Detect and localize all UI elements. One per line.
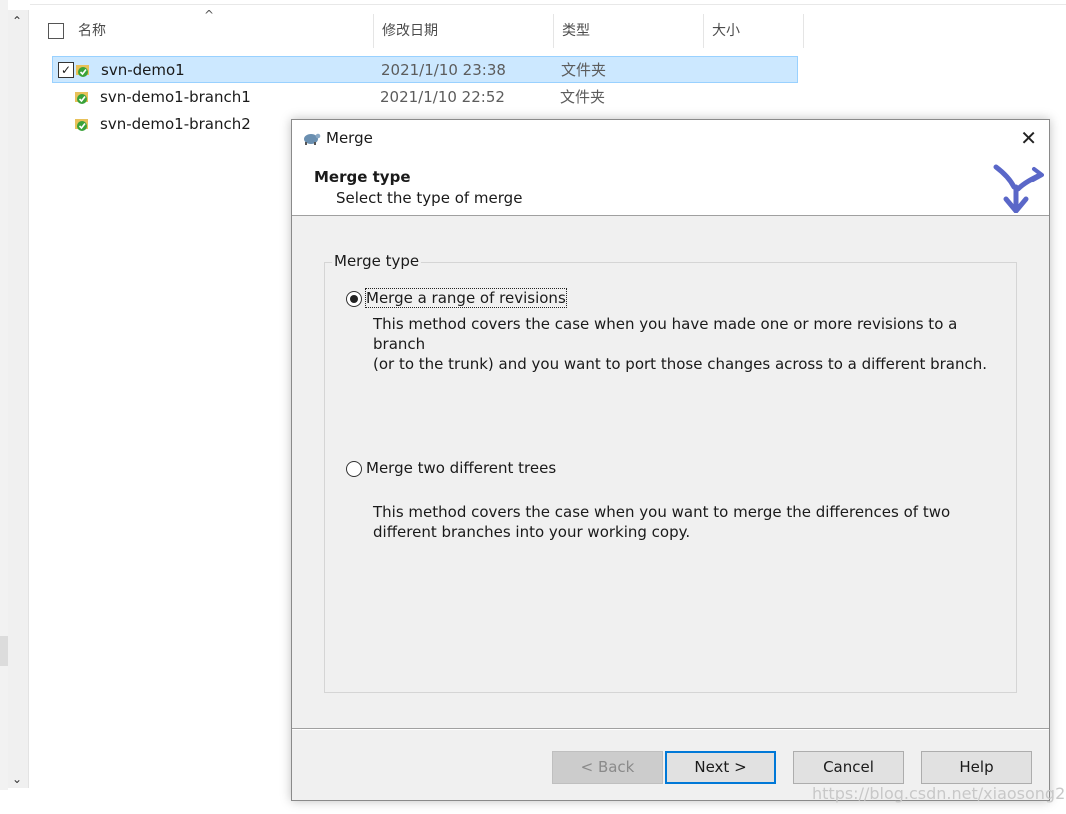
item-name: svn-demo1-branch2 <box>100 115 251 133</box>
column-size[interactable]: 大小 <box>704 14 804 48</box>
item-modified: 2021/1/10 23:38 <box>381 61 506 79</box>
svn-folder-ok-icon <box>76 65 89 77</box>
help-button[interactable]: Help <box>921 751 1032 784</box>
wizard-header: Merge type Select the type of merge <box>292 158 1049 216</box>
svn-folder-ok-icon <box>75 92 88 104</box>
tortoise-icon <box>304 133 321 145</box>
list-item[interactable]: ✓ svn-demo1 2021/1/10 23:38 文件夹 <box>52 56 798 83</box>
column-type[interactable]: 类型 <box>554 14 704 48</box>
dialog-title: Merge <box>326 129 373 147</box>
back-button[interactable]: < Back <box>552 751 663 784</box>
left-pane-scroll-thumb[interactable] <box>0 636 8 666</box>
column-modified[interactable]: 修改日期 <box>374 14 554 48</box>
list-item[interactable]: svn-demo1-branch1 2021/1/10 22:52 文件夹 <box>52 84 798 111</box>
wizard-subtitle: Select the type of merge <box>336 189 523 207</box>
radio-merge-trees[interactable] <box>346 461 362 477</box>
column-header: ^ 名称 修改日期 类型 大小 <box>30 8 805 48</box>
merge-logo-icon <box>993 164 1044 213</box>
svn-folder-ok-icon <box>75 119 88 131</box>
item-name: svn-demo1 <box>101 61 185 79</box>
option-description: This method covers the case when you wan… <box>373 502 1013 542</box>
description-line: (or to the trunk) and you want to port t… <box>373 355 988 373</box>
merge-dialog: Merge ✕ Merge type Select the type of me… <box>291 119 1050 801</box>
description-line: This method covers the case when you hav… <box>373 315 958 353</box>
divider <box>292 729 1049 730</box>
explorer-scrollbar[interactable]: ⌃ ⌄ <box>8 10 29 788</box>
group-label: Merge type <box>332 252 422 270</box>
item-type: 文件夹 <box>560 88 606 106</box>
next-button[interactable]: Next > <box>665 751 776 784</box>
option-label-merge-range[interactable]: Merge a range of revisions <box>365 288 567 308</box>
cancel-button[interactable]: Cancel <box>793 751 904 784</box>
dialog-titlebar[interactable]: Merge ✕ <box>292 120 1049 158</box>
item-type: 文件夹 <box>561 61 607 79</box>
item-name: svn-demo1-branch1 <box>100 88 251 106</box>
column-name[interactable]: 名称 <box>70 14 374 48</box>
left-pane-strip <box>0 0 8 790</box>
select-all-checkbox[interactable] <box>48 23 64 39</box>
row-checkbox[interactable]: ✓ <box>58 62 74 78</box>
scroll-up-arrow[interactable]: ⌃ <box>12 14 22 28</box>
radio-merge-range[interactable] <box>346 291 362 307</box>
description-line: different branches into your working cop… <box>373 523 691 541</box>
watermark: https://blog.csdn.net/xiaosong2471 <box>812 784 1066 803</box>
item-modified: 2021/1/10 22:52 <box>380 88 505 106</box>
scroll-down-arrow[interactable]: ⌄ <box>12 772 22 786</box>
option-description: This method covers the case when you hav… <box>373 314 1013 374</box>
divider <box>30 4 1066 5</box>
option-label-merge-trees[interactable]: Merge two different trees <box>366 459 556 477</box>
wizard-title: Merge type <box>314 168 411 186</box>
close-icon[interactable]: ✕ <box>1020 126 1037 150</box>
description-line: This method covers the case when you wan… <box>373 503 951 521</box>
